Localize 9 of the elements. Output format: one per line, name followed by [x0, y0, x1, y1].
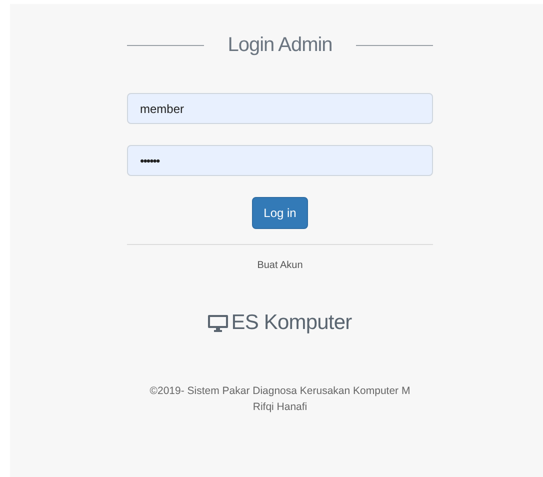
footer-text: Rifqi Hanafi — [252, 401, 308, 413]
footer-text: ©2019- Sistem Pakar Diagnosa Kerusakan Komputer M — [150, 385, 410, 397]
login-title: Login Admin — [228, 34, 332, 56]
password-field[interactable]: •••••• — [127, 145, 433, 176]
username-field[interactable]: member — [127, 93, 433, 124]
brand-name: ES Komputer — [231, 311, 352, 335]
register-link[interactable]: Buat Akun — [257, 260, 303, 271]
login-button[interactable]: Log in — [252, 197, 308, 229]
monitor-icon — [208, 313, 228, 333]
